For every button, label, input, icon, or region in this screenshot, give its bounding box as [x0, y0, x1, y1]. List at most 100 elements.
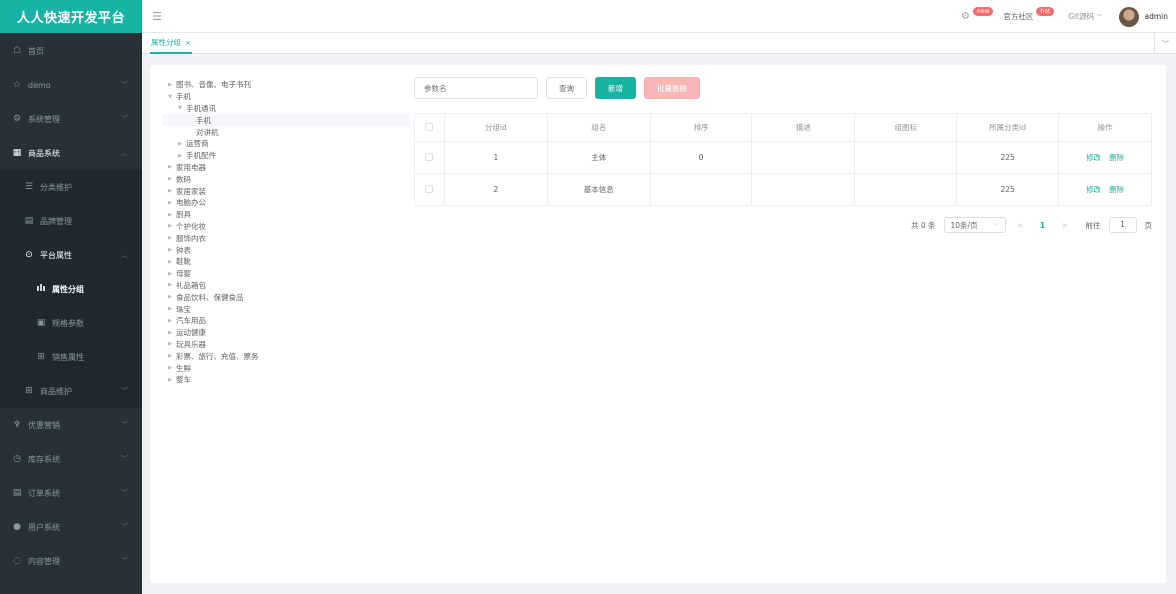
git-dropdown[interactable]: Git源码 ﹀	[1068, 11, 1102, 22]
tab-label: 属性分组	[151, 38, 181, 47]
caret-right-icon[interactable]: ▶	[166, 223, 174, 229]
edit-link[interactable]: 修改	[1086, 153, 1101, 162]
sidebar-item-content[interactable]: ◌ 内容管理 ﹀	[0, 544, 142, 578]
caret-right-icon[interactable]: ▶	[166, 353, 174, 359]
caret-right-icon[interactable]: ▶	[166, 306, 174, 312]
tree-node[interactable]: 手机	[162, 114, 410, 127]
sidebar-item-member[interactable]: ● 用户系统 ﹀	[0, 510, 142, 544]
chevron-up-icon: ︿	[121, 149, 128, 157]
sidebar-item-order[interactable]: ▤ 订单系统 ﹀	[0, 476, 142, 510]
caret-right-icon[interactable]: ▶	[166, 259, 174, 265]
user-name[interactable]: admin	[1145, 12, 1169, 21]
delete-link[interactable]: 删除	[1109, 185, 1124, 194]
caret-right-icon[interactable]: ▶	[166, 164, 174, 170]
caret-right-icon[interactable]: ▶	[166, 294, 174, 300]
row-checkbox[interactable]	[425, 184, 434, 193]
close-icon[interactable]: ×	[185, 39, 191, 47]
caret-right-icon[interactable]: ▶	[176, 141, 184, 147]
tree-node[interactable]: ▶ 厨具	[162, 209, 410, 221]
tab-attr-group[interactable]: 属性分组 ×	[150, 33, 192, 54]
caret-right-icon[interactable]: ▶	[166, 176, 174, 182]
tree-node[interactable]: ▶ 运营商	[162, 138, 410, 150]
avatar[interactable]	[1118, 6, 1139, 27]
query-button[interactable]: 查询	[546, 77, 587, 99]
caret-right-icon[interactable]: ▶	[166, 247, 174, 253]
caret-right-icon[interactable]: ▶	[166, 188, 174, 194]
tree-node[interactable]: ▶ 玩具乐器	[162, 339, 410, 351]
sidebar-item-ware[interactable]: ◷ 库存系统 ﹀	[0, 442, 142, 476]
sidebar-item-brand[interactable]: ▤ 品牌管理	[0, 204, 142, 238]
sidebar-item-product-system[interactable]: ▦ 商品系统 ︿	[0, 136, 142, 170]
goto-page-input[interactable]: 1	[1108, 217, 1137, 233]
tree-node[interactable]: ▼ 手机通讯	[162, 103, 410, 115]
page-size-select[interactable]: 10条/页 ﹀	[943, 217, 1006, 233]
tree-node[interactable]: ▶ 电脑办公	[162, 197, 410, 209]
caret-right-icon[interactable]: ▶	[166, 282, 174, 288]
prev-page-button[interactable]: <	[1014, 221, 1028, 230]
tree-node[interactable]: ▶ 食品饮料、保健食品	[162, 291, 410, 303]
caret-right-icon[interactable]: ▶	[166, 318, 174, 324]
param-name-input[interactable]	[414, 77, 538, 99]
caret-right-icon[interactable]: ▶	[166, 235, 174, 241]
caret-down-icon[interactable]: ▼	[176, 105, 184, 111]
sidebar-item-system[interactable]: ⚙ 系统管理 ﹀	[0, 102, 142, 136]
add-button[interactable]: 新增	[595, 77, 636, 99]
tree-node[interactable]: ▶ 钟表	[162, 244, 410, 256]
tree-node[interactable]: ▼ 手机	[162, 91, 410, 103]
tree-node[interactable]: ▶ 珠宝	[162, 303, 410, 315]
tree-node[interactable]: ▶ 彩票、旅行、充值、票务	[162, 350, 410, 362]
edit-link[interactable]: 修改	[1086, 185, 1101, 194]
user-icon: ●	[13, 522, 21, 532]
menu-toggle-icon[interactable]: ☰	[152, 10, 162, 23]
tree-node[interactable]: ▶ 数码	[162, 173, 410, 185]
caret-right-icon[interactable]: ▶	[166, 212, 174, 218]
caret-right-icon[interactable]: ▶	[166, 271, 174, 277]
tree-node-label: 手机	[196, 115, 211, 125]
tree-node[interactable]: ▶ 整车	[162, 374, 410, 386]
delete-link[interactable]: 删除	[1109, 153, 1124, 162]
caret-right-icon[interactable]: ▶	[166, 200, 174, 206]
sidebar-item-coupon[interactable]: ♆ 优惠营销 ﹀	[0, 408, 142, 442]
sidebar-item-sale-attr[interactable]: ⊞ 销售属性	[0, 340, 142, 374]
caret-down-icon[interactable]: ▼	[166, 94, 174, 100]
settings-icon[interactable]: ⚙	[961, 11, 970, 22]
batch-delete-button[interactable]: 批量删除	[644, 77, 700, 99]
row-checkbox[interactable]	[425, 152, 434, 161]
sidebar-item-spec-param[interactable]: ▣ 规格参数	[0, 306, 142, 340]
cell-id: 1	[443, 141, 548, 174]
brand-logo[interactable]: 人人快速开发平台	[0, 0, 142, 33]
tree-node[interactable]: ▶ 生鲜	[162, 362, 410, 374]
sidebar-item-spu[interactable]: ⊞ 商品维护 ﹀	[0, 374, 142, 408]
caret-right-icon[interactable]: ▶	[166, 365, 174, 371]
tree-node[interactable]: ▶ 母婴	[162, 268, 410, 280]
tree-node[interactable]: ▶ 鞋靴	[162, 256, 410, 268]
tree-node[interactable]: ▶ 家用电器	[162, 162, 410, 174]
tree-node[interactable]: ▶ 运动健康	[162, 327, 410, 339]
cell-icon	[854, 173, 958, 206]
caret-right-icon[interactable]: ▶	[166, 377, 174, 383]
select-all-checkbox[interactable]	[425, 122, 434, 131]
sidebar-item-home[interactable]: ☖ 首页	[0, 34, 142, 68]
tree-node[interactable]: ▶ 图书、音像、电子书刊	[162, 79, 410, 91]
cell-id: 2	[443, 173, 548, 206]
sidebar-item-platform-attr[interactable]: ⊙ 平台属性 ︿	[0, 238, 142, 272]
caret-right-icon[interactable]: ▶	[176, 153, 184, 159]
tree-node[interactable]: ▶ 手机配件	[162, 150, 410, 162]
caret-right-icon[interactable]: ▶	[166, 330, 174, 336]
tree-node[interactable]: ▶ 礼品箱包	[162, 280, 410, 292]
page-number-current[interactable]: 1	[1036, 221, 1050, 230]
sidebar-item-demo[interactable]: ☆ demo ﹀	[0, 68, 142, 102]
next-page-button[interactable]: >	[1058, 221, 1072, 230]
tree-node[interactable]: 对讲机	[162, 126, 410, 138]
tree-node-label: 生鲜	[176, 363, 191, 373]
sidebar-item-attr-group[interactable]: ılı 属性分组	[0, 272, 142, 306]
caret-right-icon[interactable]: ▶	[166, 82, 174, 88]
tree-node[interactable]: ▶ 服饰内衣	[162, 232, 410, 244]
caret-right-icon[interactable]: ▶	[166, 341, 174, 347]
tree-node[interactable]: ▶ 汽车用品	[162, 315, 410, 327]
sidebar-item-category[interactable]: ☰ 分类维护	[0, 170, 142, 204]
tree-node[interactable]: ▶ 个护化妆	[162, 221, 410, 233]
tree-node[interactable]: ▶ 家居家装	[162, 185, 410, 197]
community-link[interactable]: 官方社区	[1003, 11, 1033, 22]
tabs-dropdown-icon[interactable]: ﹀	[1154, 33, 1176, 54]
